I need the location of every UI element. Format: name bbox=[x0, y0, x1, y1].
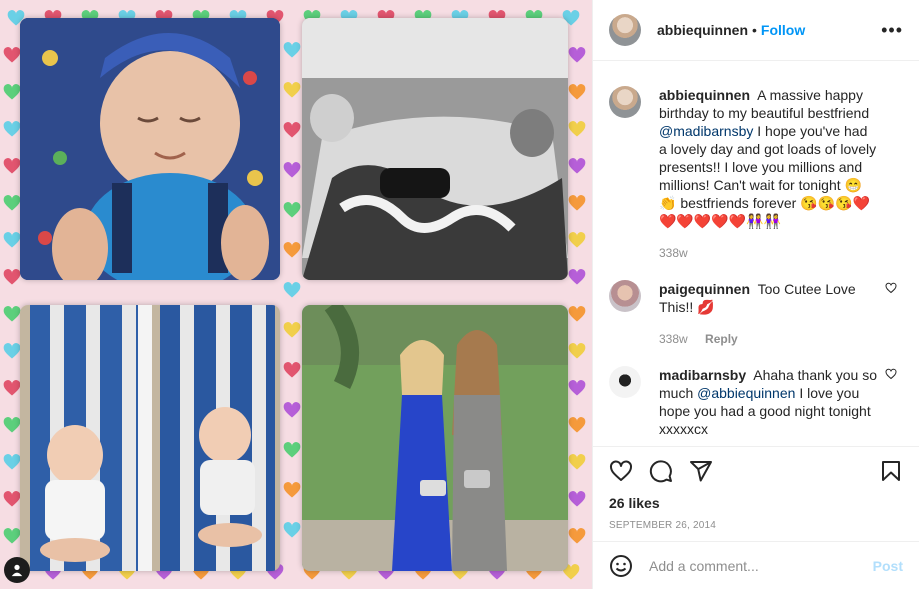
likes-count[interactable]: 26 likes bbox=[609, 495, 903, 511]
comment-mention[interactable]: @abbiequinnen bbox=[697, 385, 795, 401]
action-icons bbox=[609, 457, 903, 485]
avatar[interactable] bbox=[609, 280, 641, 312]
heart-decoration bbox=[568, 417, 586, 433]
user-tag-icon[interactable] bbox=[4, 557, 30, 583]
heart-decoration bbox=[283, 522, 301, 538]
follow-button[interactable]: Follow bbox=[761, 22, 805, 38]
heart-decoration bbox=[568, 47, 586, 63]
comment-body: madibarnsby Ahaha thank you so much @abb… bbox=[659, 366, 879, 438]
add-comment-bar: Post bbox=[593, 541, 919, 589]
caption-meta: 338w bbox=[659, 244, 879, 262]
heart-decoration bbox=[568, 380, 586, 396]
heart-decoration bbox=[3, 195, 21, 211]
heart-decoration bbox=[568, 84, 586, 100]
heart-decoration bbox=[283, 162, 301, 178]
avatar[interactable] bbox=[609, 14, 641, 46]
heart-decoration bbox=[283, 42, 301, 58]
heart-decoration bbox=[3, 269, 21, 285]
caption-username[interactable]: abbiequinnen bbox=[659, 87, 750, 103]
comment: madibarnsby Ahaha thank you so much @abb… bbox=[609, 366, 903, 438]
heart-decoration bbox=[568, 454, 586, 470]
heart-decoration bbox=[283, 242, 301, 258]
heart-decoration bbox=[283, 322, 301, 338]
heart-decoration bbox=[3, 306, 21, 322]
heart-decoration bbox=[3, 47, 21, 63]
separator-dot: • bbox=[752, 22, 757, 38]
comment-username[interactable]: madibarnsby bbox=[659, 367, 746, 383]
heart-decoration bbox=[568, 121, 586, 137]
heart-decoration bbox=[3, 121, 21, 137]
photo-babies-in-car bbox=[302, 18, 568, 280]
caption-mention[interactable]: @madibarnsby bbox=[659, 123, 753, 139]
post-side-panel: abbiequinnen • Follow ••• abbiequinnen A… bbox=[592, 0, 919, 589]
heart-decoration bbox=[568, 306, 586, 322]
comment-input[interactable] bbox=[649, 557, 873, 574]
heart-decoration bbox=[3, 84, 21, 100]
heart-decoration bbox=[3, 454, 21, 470]
more-icon[interactable]: ••• bbox=[881, 20, 903, 41]
heart-decoration bbox=[3, 380, 21, 396]
heart-decoration bbox=[283, 442, 301, 458]
header-username[interactable]: abbiequinnen bbox=[657, 22, 748, 38]
heart-decoration bbox=[568, 158, 586, 174]
heart-decoration bbox=[283, 282, 301, 298]
comment-icon[interactable] bbox=[649, 459, 673, 483]
heart-decoration bbox=[3, 232, 21, 248]
heart-decoration bbox=[3, 491, 21, 507]
heart-decoration bbox=[283, 122, 301, 138]
avatar[interactable] bbox=[609, 86, 641, 118]
heart-decoration bbox=[283, 82, 301, 98]
heart-decoration bbox=[568, 343, 586, 359]
post-actions: 26 likes September 26, 2014 bbox=[593, 446, 919, 531]
post-date[interactable]: September 26, 2014 bbox=[609, 520, 903, 531]
comment-username[interactable]: paigequinnen bbox=[659, 281, 750, 297]
heart-decoration bbox=[283, 362, 301, 378]
heart-decoration bbox=[283, 402, 301, 418]
photo-prom-girls bbox=[302, 305, 568, 571]
comment-body: paigequinnen Too Cutee Love This!! 💋 338… bbox=[659, 280, 879, 348]
photo-toddlers-on-deckchairs bbox=[20, 305, 280, 571]
heart-decoration bbox=[568, 491, 586, 507]
comment-like-icon[interactable] bbox=[885, 368, 897, 380]
post-photo[interactable] bbox=[0, 0, 592, 589]
heart-decoration bbox=[283, 482, 301, 498]
comment-like-icon[interactable] bbox=[885, 282, 897, 294]
share-icon[interactable] bbox=[689, 459, 713, 483]
comment-time[interactable]: 338w bbox=[659, 332, 688, 346]
caption-time[interactable]: 338w bbox=[659, 246, 688, 260]
heart-decoration bbox=[3, 528, 21, 544]
post-viewer: abbiequinnen • Follow ••• abbiequinnen A… bbox=[0, 0, 919, 589]
avatar[interactable] bbox=[609, 366, 641, 398]
reply-button[interactable]: Reply bbox=[705, 332, 738, 346]
bookmark-icon[interactable] bbox=[879, 459, 903, 483]
heart-decoration bbox=[3, 343, 21, 359]
heart-icon[interactable] bbox=[609, 459, 633, 483]
emoji-icon[interactable] bbox=[609, 554, 633, 578]
heart-decoration bbox=[568, 232, 586, 248]
caption-body: abbiequinnen A massive happy birthday to… bbox=[659, 86, 879, 262]
photo-baby-in-stroller bbox=[20, 18, 280, 280]
caption: abbiequinnen A massive happy birthday to… bbox=[609, 86, 903, 262]
heart-decoration bbox=[568, 528, 586, 544]
comment-list[interactable]: abbiequinnen A massive happy birthday to… bbox=[593, 62, 919, 446]
post-button[interactable]: Post bbox=[873, 558, 903, 574]
heart-decoration bbox=[3, 158, 21, 174]
heart-decoration bbox=[3, 417, 21, 433]
post-header: abbiequinnen • Follow ••• bbox=[593, 0, 919, 61]
heart-decoration bbox=[568, 195, 586, 211]
comment: paigequinnen Too Cutee Love This!! 💋 338… bbox=[609, 280, 903, 348]
heart-decoration bbox=[283, 202, 301, 218]
comment-meta: 338w Reply bbox=[659, 330, 879, 348]
heart-decoration bbox=[568, 269, 586, 285]
